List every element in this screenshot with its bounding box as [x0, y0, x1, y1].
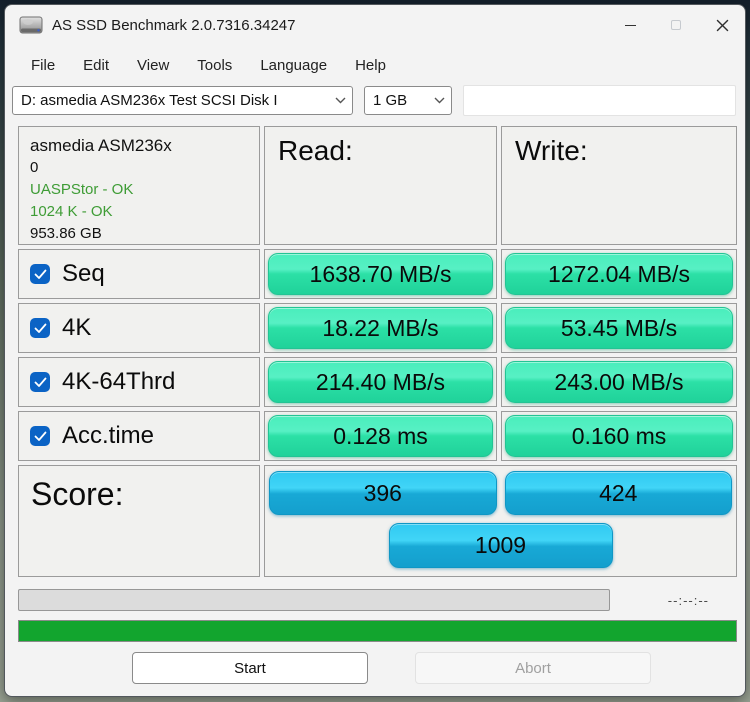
4k64thrd-read-cell: 214.40 MB/s [264, 357, 497, 407]
start-button[interactable]: Start [132, 652, 368, 684]
seq-checkbox[interactable] [30, 264, 50, 284]
4k-write-value: 53.45 MB/s [505, 307, 733, 349]
score-write-value: 424 [504, 471, 732, 515]
seq-write-value: 1272.04 MB/s [505, 253, 733, 295]
checkmark-icon [34, 323, 46, 333]
menu-file[interactable]: File [17, 52, 69, 79]
alignment-status: 1024 K - OK [30, 203, 113, 220]
acctime-read-cell: 0.128 ms [264, 411, 497, 461]
score-panel: 396 424 1009 [264, 465, 737, 577]
read-column-header: Read: [264, 126, 497, 245]
drive-select-value: D: asmedia ASM236x Test SCSI Disk I [21, 91, 278, 109]
test-row-seq: Seq [18, 249, 260, 299]
driver-status: UASPStor - OK [30, 181, 134, 198]
acctime-write-value: 0.160 ms [505, 415, 733, 457]
menu-help[interactable]: Help [341, 52, 400, 79]
minimize-icon [624, 24, 636, 26]
app-window: AS SSD Benchmark 2.0.7316.34247 File Edi… [4, 4, 746, 697]
4k-checkbox[interactable] [30, 318, 50, 338]
acctime-write-cell: 0.160 ms [501, 411, 737, 461]
window-title: AS SSD Benchmark 2.0.7316.34247 [52, 16, 296, 34]
abort-button[interactable]: Abort [415, 652, 651, 684]
test-label: Acc.time [62, 422, 155, 449]
write-column-header: Write: [501, 126, 737, 245]
drive-info-panel: asmedia ASM236x 0 UASPStor - OK 1024 K -… [18, 126, 260, 245]
test-size-select[interactable]: 1 GB [364, 85, 452, 115]
test-size-value: 1 GB [373, 91, 408, 109]
checkmark-icon [34, 431, 46, 441]
empty-text-field[interactable] [463, 84, 736, 116]
test-label: Seq [62, 260, 105, 287]
drive-select[interactable]: D: asmedia ASM236x Test SCSI Disk I [12, 85, 353, 115]
maximize-icon [671, 20, 681, 30]
maximize-button[interactable] [653, 5, 699, 45]
4k-write-cell: 53.45 MB/s [501, 303, 737, 353]
progress-row: --:--:-- [18, 588, 737, 612]
chevron-down-icon [434, 97, 445, 103]
seq-read-value: 1638.70 MB/s [268, 253, 493, 295]
score-read-value: 396 [269, 471, 497, 515]
window-controls [607, 5, 745, 45]
seq-read-cell: 1638.70 MB/s [264, 249, 497, 299]
drive-capacity: 953.86 GB [30, 225, 102, 242]
test-label: 4K-64Thrd [62, 368, 176, 395]
test-label: 4K [62, 314, 92, 341]
test-row-acctime: Acc.time [18, 411, 260, 461]
4k64thrd-write-value: 243.00 MB/s [505, 361, 733, 403]
time-remaining: --:--:-- [667, 592, 709, 608]
checkmark-icon [34, 377, 46, 387]
menu-bar: File Edit View Tools Language Help [5, 48, 745, 82]
button-row: Start Abort [132, 652, 651, 684]
test-row-4k: 4K [18, 303, 260, 353]
progress-bar [18, 589, 610, 611]
close-button[interactable] [699, 5, 745, 45]
score-row: 396 424 [269, 471, 732, 515]
menu-view[interactable]: View [123, 52, 183, 79]
menu-language[interactable]: Language [246, 52, 341, 79]
drive-model: asmedia ASM236x [30, 136, 172, 155]
minimize-button[interactable] [607, 5, 653, 45]
hard-drive-icon [19, 16, 43, 34]
close-icon [716, 19, 728, 31]
checkmark-icon [34, 269, 46, 279]
score-total-value: 1009 [388, 523, 613, 568]
toolbar: D: asmedia ASM236x Test SCSI Disk I 1 GB [5, 84, 745, 116]
test-row-4k64thrd: 4K-64Thrd [18, 357, 260, 407]
acctime-read-value: 0.128 ms [268, 415, 493, 457]
chevron-down-icon [335, 97, 346, 103]
4k64thrd-write-cell: 243.00 MB/s [501, 357, 737, 407]
score-label: Score: [18, 465, 260, 577]
title-bar: AS SSD Benchmark 2.0.7316.34247 [5, 5, 745, 45]
results-grid: asmedia ASM236x 0 UASPStor - OK 1024 K -… [18, 126, 737, 577]
menu-tools[interactable]: Tools [183, 52, 246, 79]
4k-read-cell: 18.22 MB/s [264, 303, 497, 353]
4k64thrd-checkbox[interactable] [30, 372, 50, 392]
4k-read-value: 18.22 MB/s [268, 307, 493, 349]
drive-partition: 0 [30, 159, 39, 176]
status-bar [18, 620, 737, 642]
acctime-checkbox[interactable] [30, 426, 50, 446]
4k64thrd-read-value: 214.40 MB/s [268, 361, 493, 403]
menu-edit[interactable]: Edit [69, 52, 123, 79]
seq-write-cell: 1272.04 MB/s [501, 249, 737, 299]
